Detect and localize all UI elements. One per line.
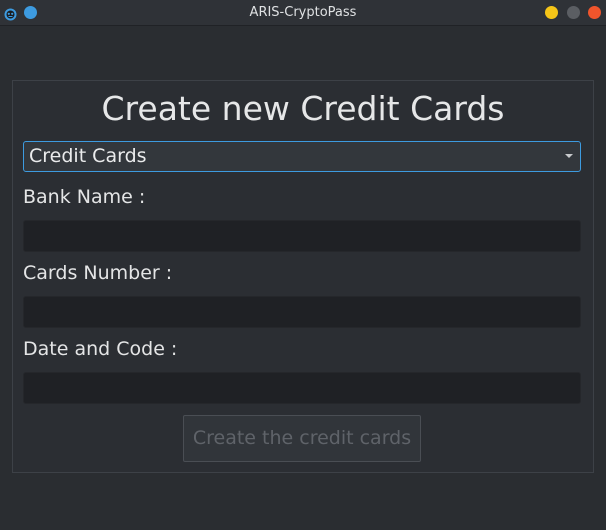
bank-name-label: Bank Name : — [23, 186, 146, 208]
cards-number-field[interactable] — [23, 296, 581, 328]
main-content: Create new Credit Cards Credit Cards Ban… — [3, 26, 603, 526]
title-bar[interactable]: ARIS-CryptoPass — [0, 0, 606, 26]
cards-number-label: Cards Number : — [23, 262, 173, 284]
date-code-label: Date and Code : — [23, 338, 178, 360]
category-select-value: Credit Cards — [29, 145, 147, 167]
maximize-button[interactable] — [567, 6, 580, 19]
minimize-button[interactable] — [545, 6, 558, 19]
page-title: Create new Credit Cards — [101, 89, 505, 128]
create-credit-cards-button[interactable]: Create the credit cards — [183, 415, 421, 462]
create-card-panel: Create new Credit Cards Credit Cards Ban… — [12, 80, 594, 473]
chevron-down-icon — [565, 154, 573, 158]
window-title: ARIS-CryptoPass — [249, 5, 357, 20]
close-button[interactable] — [588, 6, 601, 19]
bank-name-field[interactable] — [23, 220, 581, 252]
category-select[interactable]: Credit Cards — [23, 141, 581, 172]
date-code-field[interactable] — [23, 372, 581, 404]
app-window: ARIS-CryptoPass Create new Credit Cards … — [0, 0, 606, 530]
